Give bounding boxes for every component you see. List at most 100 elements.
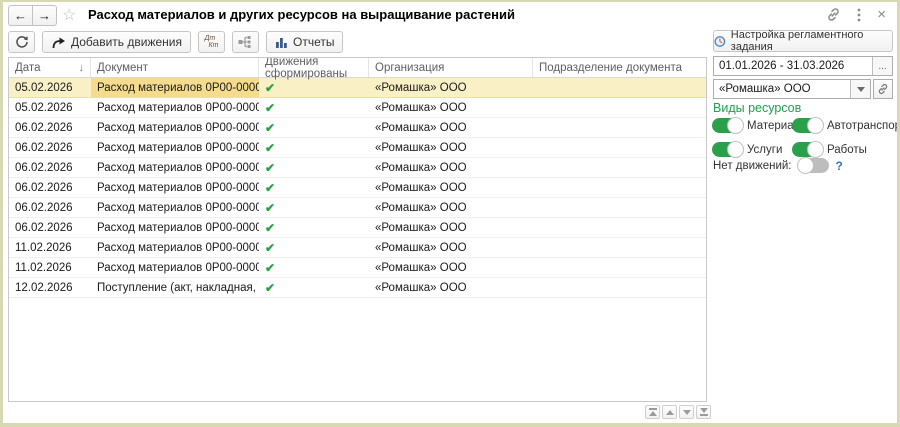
cell-organization[interactable]: «Ромашка» ООО xyxy=(369,78,533,97)
cell-date[interactable]: 11.02.2026 xyxy=(9,258,91,277)
dt-kt-posting-button[interactable]: ДтКт xyxy=(198,31,225,53)
go-next-button[interactable] xyxy=(679,405,694,419)
scheduled-job-settings-button[interactable]: Настройка регламентного задания xyxy=(713,30,893,52)
cell-date[interactable]: 05.02.2026 xyxy=(9,78,91,97)
cell-document[interactable]: Расход материалов 0Р00-000008... xyxy=(91,138,259,157)
cell-posted[interactable]: ✔ xyxy=(259,98,369,117)
subordination-structure-button[interactable] xyxy=(232,31,259,53)
period-field[interactable]: 01.01.2026 - 31.03.2026 ... xyxy=(713,56,893,76)
cell-organization[interactable]: «Ромашка» ООО xyxy=(369,218,533,237)
cell-date[interactable]: 06.02.2026 xyxy=(9,178,91,197)
cell-document[interactable]: Расход материалов 0Р00-000014... xyxy=(91,238,259,257)
cell-organization[interactable]: «Ромашка» ООО xyxy=(369,258,533,277)
refresh-button[interactable] xyxy=(8,31,35,53)
cell-posted[interactable]: ✔ xyxy=(259,178,369,197)
cell-date[interactable]: 06.02.2026 xyxy=(9,198,91,217)
cell-date[interactable]: 06.02.2026 xyxy=(9,158,91,177)
cell-document[interactable]: Расход материалов 0Р00-000011... xyxy=(91,198,259,217)
cell-posted[interactable]: ✔ xyxy=(259,158,369,177)
help-icon[interactable]: ? xyxy=(836,159,843,173)
cell-organization[interactable]: «Ромашка» ООО xyxy=(369,158,533,177)
back-button[interactable]: ← xyxy=(8,5,33,26)
organization-dropdown-button[interactable] xyxy=(850,80,870,98)
cell-date[interactable]: 06.02.2026 xyxy=(9,138,91,157)
cell-department[interactable] xyxy=(533,218,706,237)
cell-posted[interactable]: ✔ xyxy=(259,258,369,277)
cell-organization[interactable]: «Ромашка» ООО xyxy=(369,178,533,197)
cell-department[interactable] xyxy=(533,98,706,117)
column-header-0[interactable]: Дата↓ xyxy=(9,58,91,77)
organization-open-button[interactable] xyxy=(873,79,893,99)
column-header-4[interactable]: Подразделение документа xyxy=(533,58,706,77)
no-movements-toggle[interactable] xyxy=(799,158,829,173)
cell-document[interactable]: Расход материалов 0Р00-000013... xyxy=(91,258,259,277)
cell-document[interactable]: Расход материалов 0Р00-000005... xyxy=(91,78,259,97)
table-row[interactable]: 05.02.2026Расход материалов 0Р00-000005.… xyxy=(9,78,706,98)
cell-organization[interactable]: «Ромашка» ООО xyxy=(369,98,533,117)
cell-posted[interactable]: ✔ xyxy=(259,78,369,97)
cell-department[interactable] xyxy=(533,238,706,257)
cell-document[interactable]: Расход материалов 0Р00-000007... xyxy=(91,118,259,137)
cell-document[interactable]: Расход материалов 0Р00-000006... xyxy=(91,98,259,117)
cell-department[interactable] xyxy=(533,258,706,277)
close-icon[interactable]: × xyxy=(877,8,886,22)
go-previous-button[interactable] xyxy=(662,405,677,419)
organization-combo[interactable]: «Ромашка» ООО xyxy=(713,79,871,99)
table-row[interactable]: 11.02.2026Расход материалов 0Р00-000014.… xyxy=(9,238,706,258)
table-row[interactable]: 06.02.2026Расход материалов 0Р00-000008.… xyxy=(9,138,706,158)
cell-posted[interactable]: ✔ xyxy=(259,278,369,297)
cell-document[interactable]: Расход материалов 0Р00-000010... xyxy=(91,178,259,197)
toggle-services[interactable] xyxy=(712,142,742,157)
cell-posted[interactable]: ✔ xyxy=(259,118,369,137)
link-icon[interactable] xyxy=(826,7,841,22)
cell-date[interactable]: 11.02.2026 xyxy=(9,238,91,257)
cell-date[interactable]: 06.02.2026 xyxy=(9,118,91,137)
cell-department[interactable] xyxy=(533,78,706,97)
cell-posted[interactable]: ✔ xyxy=(259,218,369,237)
cell-date[interactable]: 06.02.2026 xyxy=(9,218,91,237)
cell-document[interactable]: Поступление (акт, накладная, УП... xyxy=(91,278,259,297)
toggle-autotransport[interactable] xyxy=(792,118,822,133)
table-row[interactable]: 06.02.2026Расход материалов 0Р00-000011.… xyxy=(9,198,706,218)
cell-department[interactable] xyxy=(533,278,706,297)
favorite-star-icon[interactable]: ☆ xyxy=(62,5,76,25)
column-header-1[interactable]: Документ xyxy=(91,58,259,77)
cell-organization[interactable]: «Ромашка» ООО xyxy=(369,278,533,297)
cell-department[interactable] xyxy=(533,198,706,217)
cell-department[interactable] xyxy=(533,138,706,157)
cell-date[interactable]: 12.02.2026 xyxy=(9,278,91,297)
table-row[interactable]: 06.02.2026Расход материалов 0Р00-000003.… xyxy=(9,218,706,238)
table-row[interactable]: 06.02.2026Расход материалов 0Р00-000010.… xyxy=(9,178,706,198)
cell-organization[interactable]: «Ромашка» ООО xyxy=(369,118,533,137)
organization-value[interactable]: «Ромашка» ООО xyxy=(714,80,850,98)
cell-department[interactable] xyxy=(533,158,706,177)
cell-organization[interactable]: «Ромашка» ООО xyxy=(369,198,533,217)
go-first-button[interactable] xyxy=(645,405,660,419)
cell-date[interactable]: 05.02.2026 xyxy=(9,98,91,117)
toggle-materials[interactable] xyxy=(712,118,742,133)
table-row[interactable]: 12.02.2026Поступление (акт, накладная, У… xyxy=(9,278,706,298)
table-row[interactable]: 06.02.2026Расход материалов 0Р00-000007.… xyxy=(9,118,706,138)
table-row[interactable]: 11.02.2026Расход материалов 0Р00-000013.… xyxy=(9,258,706,278)
toggle-works[interactable] xyxy=(792,142,822,157)
go-last-button[interactable] xyxy=(696,405,711,419)
period-value[interactable]: 01.01.2026 - 31.03.2026 xyxy=(714,57,872,75)
add-movements-button[interactable]: Добавить движения xyxy=(42,31,191,53)
cell-organization[interactable]: «Ромашка» ООО xyxy=(369,138,533,157)
cell-document[interactable]: Расход материалов 0Р00-000003... xyxy=(91,218,259,237)
cell-department[interactable] xyxy=(533,118,706,137)
cell-posted[interactable]: ✔ xyxy=(259,238,369,257)
period-more-button[interactable]: ... xyxy=(872,57,892,75)
reports-button[interactable]: Отчеты xyxy=(266,31,343,53)
forward-button[interactable]: → xyxy=(32,5,57,26)
more-menu-icon[interactable] xyxy=(857,8,861,22)
cell-document[interactable]: Расход материалов 0Р00-000009... xyxy=(91,158,259,177)
cell-posted[interactable]: ✔ xyxy=(259,198,369,217)
table-row[interactable]: 06.02.2026Расход материалов 0Р00-000009.… xyxy=(9,158,706,178)
cell-posted[interactable]: ✔ xyxy=(259,138,369,157)
cell-organization[interactable]: «Ромашка» ООО xyxy=(369,238,533,257)
cell-department[interactable] xyxy=(533,178,706,197)
table-row[interactable]: 05.02.2026Расход материалов 0Р00-000006.… xyxy=(9,98,706,118)
column-header-2[interactable]: Движения сформированы xyxy=(259,58,369,77)
column-header-3[interactable]: Организация xyxy=(369,58,533,77)
